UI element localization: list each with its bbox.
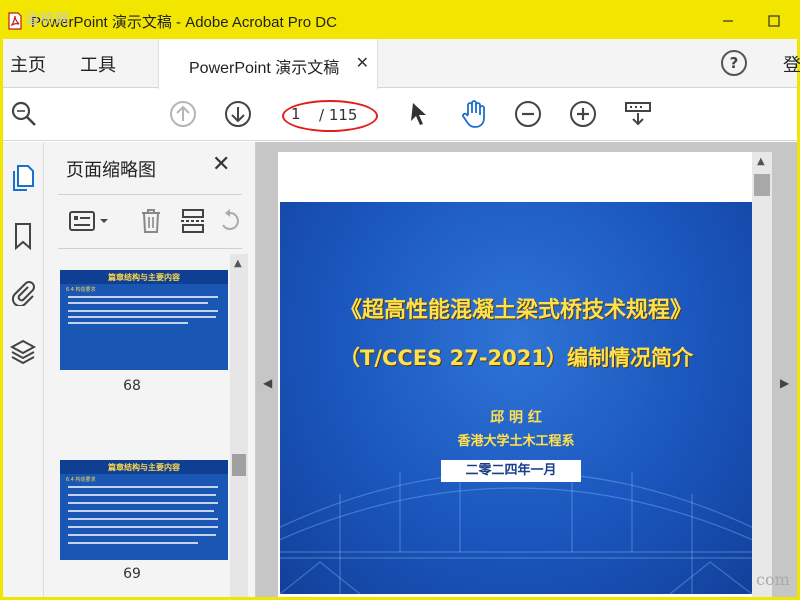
paperclip-icon xyxy=(11,281,35,306)
search-icon xyxy=(11,101,36,126)
thumbnail-text-line xyxy=(68,310,218,312)
scroll-up-icon[interactable]: ▲ xyxy=(234,258,242,269)
zoom-out-button[interactable] xyxy=(513,99,543,129)
thumbnail-heading: 篇章结构与主要内容 xyxy=(108,273,180,282)
thumbnail-text-line xyxy=(68,526,218,528)
watermark: 道桥网 xyxy=(25,12,70,28)
hand-tool-button[interactable] xyxy=(459,99,489,129)
hand-icon xyxy=(462,100,485,128)
document-scrollbar[interactable]: ▲ xyxy=(752,152,772,597)
help-button[interactable]: ? xyxy=(721,50,747,76)
thumbnail-page-number: 68 xyxy=(123,378,141,394)
slide-author: 邱 明 红 xyxy=(490,410,542,426)
navigation-rail xyxy=(3,142,44,597)
next-page-arrow-icon[interactable]: ▶ xyxy=(780,376,789,390)
slide-subtitle: （T/CCES 27-2021）编制情况简介 xyxy=(339,346,693,370)
document-tab[interactable]: PowerPoint 演示文稿 ✕ xyxy=(158,39,378,89)
cursor-arrow-icon xyxy=(411,103,426,125)
options-menu-icon xyxy=(69,211,108,231)
thumbnail-text-line xyxy=(68,486,218,488)
panel-title: 页面缩略图 xyxy=(66,160,156,181)
document-tab-label: PowerPoint 演示文稿 xyxy=(189,60,340,77)
thumbnail-page[interactable]: 篇章结构与主要内容 6.4 构造要求 xyxy=(60,460,228,560)
attachments-button[interactable] xyxy=(9,278,37,306)
thumbnail-text-line xyxy=(68,302,208,304)
thumbnail-scrollbar[interactable]: ▲ xyxy=(230,254,248,597)
delete-page-button[interactable] xyxy=(136,206,166,236)
slide-date: 二零二四年一月 xyxy=(441,460,581,482)
rotate-page-button[interactable] xyxy=(216,206,242,236)
bookmark-icon xyxy=(15,223,31,250)
minimize-button[interactable] xyxy=(705,3,751,39)
scroll-mode-icon xyxy=(625,102,651,126)
thumbnail-text-line xyxy=(68,534,216,536)
scroll-up-icon[interactable]: ▲ xyxy=(757,156,765,167)
bookmarks-button[interactable] xyxy=(9,222,37,250)
zoom-out-icon xyxy=(515,101,541,127)
thumbnail-text-line xyxy=(68,542,198,544)
zoom-in-icon xyxy=(570,101,596,127)
highlight-oval xyxy=(282,100,378,132)
thumbnail-text-line xyxy=(68,494,216,496)
divider xyxy=(58,248,242,249)
layers-icon xyxy=(9,339,37,365)
slide-affiliation: 香港大学土木工程系 xyxy=(457,434,575,449)
rotate-icon xyxy=(222,209,239,230)
zoom-in-button[interactable] xyxy=(568,99,598,129)
previous-page-arrow-icon[interactable]: ◀ xyxy=(263,376,272,390)
scroll-mode-button[interactable] xyxy=(623,99,653,129)
previous-page-button[interactable] xyxy=(168,99,198,129)
thumbnail-text-line xyxy=(68,502,218,504)
toolbar: 1 / 115 xyxy=(3,89,797,141)
corner-watermark: com xyxy=(756,570,790,589)
extract-page-button[interactable] xyxy=(178,206,208,236)
thumbnail-options-button[interactable] xyxy=(66,206,112,236)
minimize-icon xyxy=(723,20,733,22)
arrow-down-circle-icon xyxy=(225,101,251,127)
divider xyxy=(58,194,242,195)
find-button[interactable] xyxy=(9,99,39,129)
menu-tools[interactable]: 工具 xyxy=(80,51,116,77)
pages-icon xyxy=(13,165,34,191)
window-title: PowerPoint 演示文稿 - Adobe Acrobat Pro DC xyxy=(31,13,337,31)
close-tab-icon[interactable]: ✕ xyxy=(356,53,369,72)
arrow-up-circle-icon xyxy=(170,101,196,127)
thumbnail-section: 6.4 构造要求 xyxy=(66,477,96,483)
scrollbar-thumb[interactable] xyxy=(232,454,246,476)
panel-toolbar xyxy=(58,200,242,246)
thumbnail-text-line xyxy=(68,510,214,512)
close-panel-icon[interactable]: ✕ xyxy=(212,152,230,177)
scrollbar-thumb[interactable] xyxy=(754,174,770,196)
trash-icon xyxy=(142,209,160,233)
menu-home[interactable]: 主页 xyxy=(10,51,46,77)
layers-button[interactable] xyxy=(9,338,37,366)
page-thumbnails-button[interactable] xyxy=(9,164,37,192)
thumbnail-text-line xyxy=(68,316,216,318)
title-bar: 道桥网 PowerPoint 演示文稿 - Adobe Acrobat Pro … xyxy=(3,3,797,39)
thumbnail-text-line xyxy=(68,296,218,298)
next-page-button[interactable] xyxy=(223,99,253,129)
thumbnail-text-line xyxy=(68,518,218,520)
slide-title: 《超高性能混凝土梁式桥技术规程》 xyxy=(339,298,692,323)
select-tool-button[interactable] xyxy=(404,99,434,129)
slide-page: 《超高性能混凝土梁式桥技术规程》 （T/CCES 27-2021）编制情况简介 … xyxy=(280,202,752,594)
thumbnail-page[interactable]: 篇章结构与主要内容 6.4 构造要求 xyxy=(60,270,228,370)
menu-bar: 主页 工具 PowerPoint 演示文稿 ✕ ? 登 xyxy=(3,39,800,89)
login-link[interactable]: 登 xyxy=(783,51,800,77)
thumbnail-section: 6.4 构造要求 xyxy=(66,287,96,293)
page-extract-icon xyxy=(181,209,205,233)
thumbnail-page-number: 69 xyxy=(123,566,141,582)
maximize-icon xyxy=(768,15,780,27)
maximize-button[interactable] xyxy=(751,3,797,39)
thumbnail-text-line xyxy=(68,322,188,324)
acrobat-icon xyxy=(7,12,23,30)
thumbnail-heading: 篇章结构与主要内容 xyxy=(108,463,180,472)
thumbnail-panel: 页面缩略图 ✕ 篇章结构与主要内容 6.4 构造要求 68 篇章结构与主要内容 … xyxy=(44,142,256,597)
